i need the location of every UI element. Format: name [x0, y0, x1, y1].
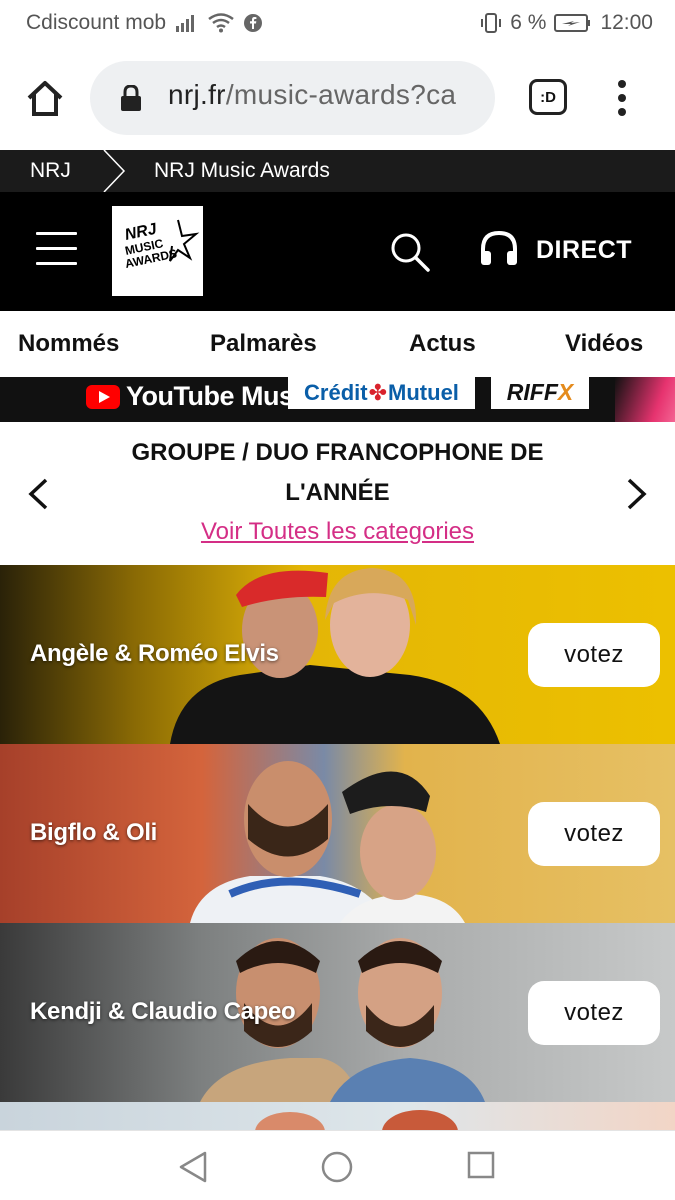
- decorative-graphic: [615, 377, 675, 422]
- back-triangle-icon[interactable]: [178, 1151, 208, 1188]
- clock: 12:00: [600, 11, 653, 34]
- credit-mutuel-text-a: Crédit: [304, 380, 368, 405]
- vote-button[interactable]: votez: [528, 623, 660, 687]
- credit-mutuel-emblem-icon: ✤: [368, 380, 388, 405]
- credit-mutuel-text-b: Mutuel: [388, 380, 459, 405]
- nominee-card-partial: [0, 1102, 675, 1132]
- url-text: nrj.fr/music-awards?ca: [168, 79, 478, 111]
- nav-item-palmares[interactable]: Palmarès: [210, 330, 317, 358]
- credit-mutuel-logo: Crédit ✤ Mutuel: [288, 377, 475, 409]
- riff-x-text: X: [557, 379, 574, 405]
- browser-toolbar: nrj.fr/music-awards?ca :D: [0, 48, 675, 150]
- sponsor-banner: YouTube Music Crédit ✤ Mutuel RIFFX: [0, 377, 675, 422]
- nominee-photo: [255, 1110, 458, 1132]
- site-header: NRJ MUSIC AWARDS DIRECT: [0, 192, 675, 311]
- nominee-name: Angèle & Roméo Elvis: [30, 640, 279, 667]
- facebook-icon: [244, 14, 263, 32]
- carrier-name: Cdiscount mob: [26, 11, 167, 34]
- category-title: GROUPE / DUO FRANCOPHONE DE L'ANNÉE: [131, 439, 544, 506]
- lock-icon: [120, 84, 142, 116]
- hamburger-menu-icon[interactable]: [36, 232, 77, 266]
- more-vert-icon[interactable]: [612, 78, 632, 118]
- vibrate-icon: [480, 12, 502, 34]
- recents-square-icon[interactable]: [467, 1151, 495, 1184]
- breadcrumb-item-music-awards[interactable]: NRJ Music Awards: [154, 159, 330, 183]
- address-bar[interactable]: nrj.fr/music-awards?ca: [90, 61, 495, 135]
- direct-label: DIRECT: [536, 236, 633, 264]
- youtube-music-text: YouTube Music: [126, 381, 316, 411]
- signal-icon: [176, 14, 198, 32]
- search-icon[interactable]: [389, 231, 431, 273]
- breadcrumb: NRJ NRJ Music Awards: [0, 149, 675, 193]
- chevron-left-icon[interactable]: [26, 477, 50, 511]
- nominee-name: Bigflo & Oli: [30, 819, 158, 846]
- home-circle-icon[interactable]: [321, 1151, 353, 1188]
- vote-button[interactable]: votez: [528, 981, 660, 1045]
- nav-item-videos[interactable]: Vidéos: [565, 330, 643, 358]
- youtube-music-logo: YouTube Music: [86, 381, 316, 412]
- home-icon[interactable]: [24, 78, 66, 120]
- nominee-card: Angèle & Roméo Elvis votez: [0, 565, 675, 744]
- riff-logo: RIFFX: [491, 377, 589, 409]
- see-all-categories-link[interactable]: Voir Toutes les categories: [0, 518, 675, 546]
- riff-text: RIFF: [506, 379, 558, 405]
- breadcrumb-item-nrj[interactable]: NRJ: [30, 159, 71, 183]
- wifi-icon: [208, 13, 234, 33]
- system-navigation-bar: [0, 1130, 675, 1200]
- battery-charging-icon: [554, 13, 592, 33]
- status-bar: Cdiscount mob 6 % 12:00: [0, 0, 675, 48]
- tab-switcher-button[interactable]: :D: [529, 79, 567, 115]
- url-path: /music-awards?ca: [225, 79, 457, 110]
- vote-button[interactable]: votez: [528, 802, 660, 866]
- youtube-play-icon: [86, 384, 120, 409]
- nominee-photo: [190, 761, 465, 923]
- nav-item-nommes[interactable]: Nommés: [18, 330, 119, 358]
- battery-percent: 6 %: [510, 11, 547, 34]
- nominee-card: Kendji & Claudio Capeo votez: [0, 923, 675, 1102]
- nav-item-actus[interactable]: Actus: [409, 330, 476, 358]
- url-domain: nrj.fr: [168, 79, 226, 110]
- category-selector: GROUPE / DUO FRANCOPHONE DE L'ANNÉE Voir…: [0, 422, 675, 565]
- headphones-icon: [478, 229, 520, 272]
- direct-button[interactable]: DIRECT: [478, 229, 632, 272]
- nrj-music-awards-logo[interactable]: NRJ MUSIC AWARDS: [112, 206, 203, 296]
- section-nav: Nommés Palmarès Actus Vidéos: [0, 311, 675, 377]
- nominee-name: Kendji & Claudio Capeo: [30, 998, 296, 1025]
- chevron-right-icon: [100, 149, 128, 198]
- chevron-right-icon[interactable]: [625, 477, 649, 511]
- nominee-card: Bigflo & Oli votez: [0, 744, 675, 923]
